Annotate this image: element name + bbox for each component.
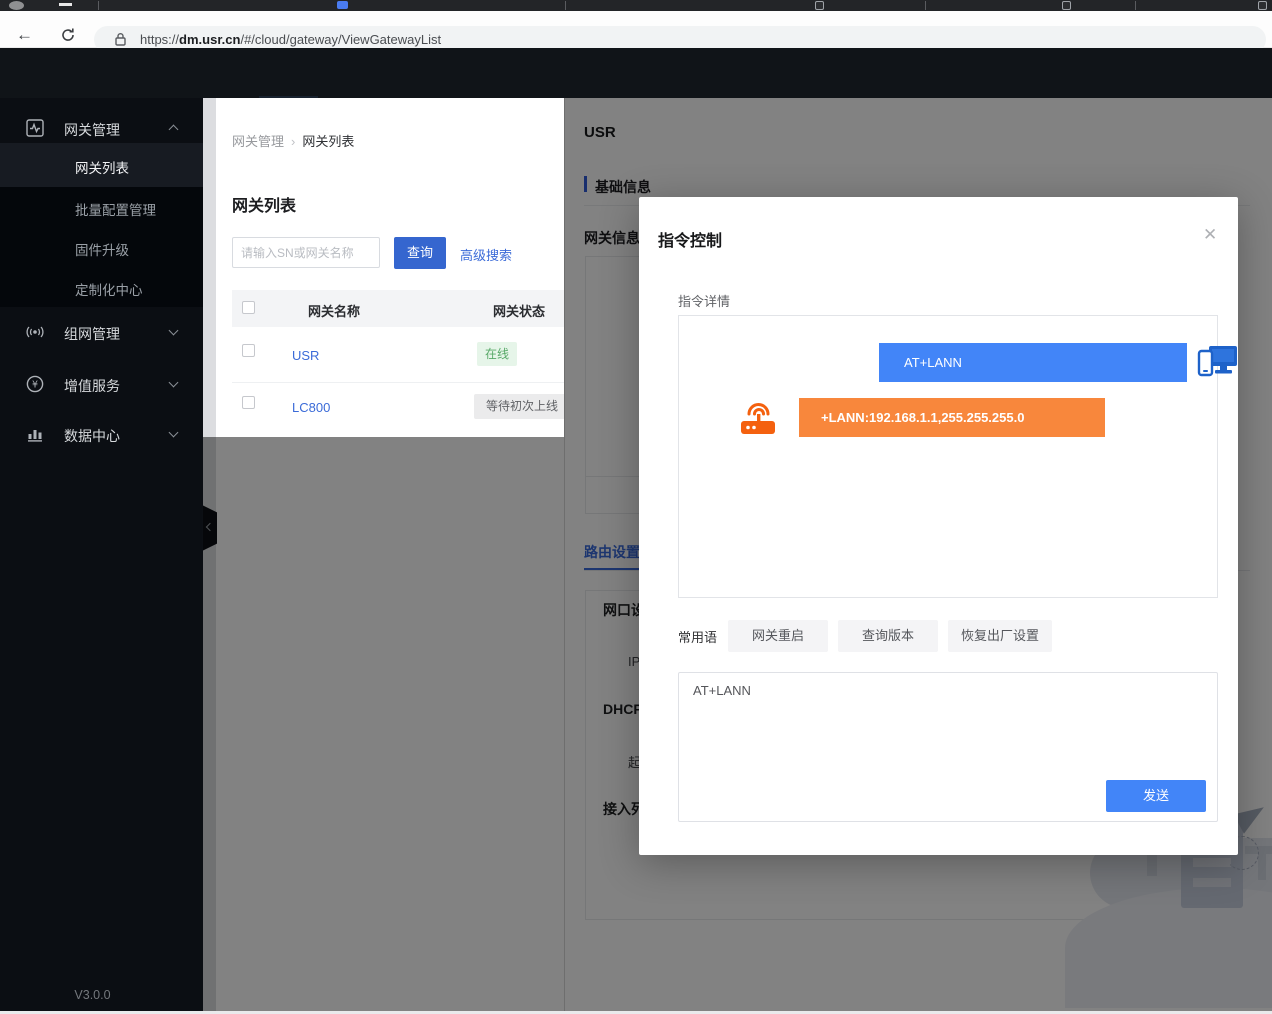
browser-tab-strip [0,0,1272,11]
select-all-checkbox[interactable] [242,301,255,314]
client-devices-icon [1197,346,1237,377]
column-gateway-status: 网关状态 [493,304,546,319]
breadcrumb-current: 网关列表 [302,134,355,149]
common-phrases-label: 常用语 [678,630,718,645]
sidebar-item-batch-config[interactable]: 批量配置管理 [75,199,156,219]
quick-button-factory-reset[interactable]: 恢复出厂设置 [948,620,1052,652]
sidebar-group-network[interactable]: 组网管理 [0,310,203,354]
tab-favicon-doc [1062,1,1071,10]
sidebar-group-label: 数据中心 [64,428,120,444]
sidebar-group-label: 组网管理 [64,326,120,342]
quick-button-query-version[interactable]: 查询版本 [838,620,938,652]
response-bubble: +LANN:192.168.1.1,255.255.255.0 [799,398,1105,437]
tab-separator [1135,1,1136,10]
command-input-box: AT+LANN 发送 [678,672,1218,822]
send-button[interactable]: 发送 [1106,780,1206,812]
sidebar-group-label: 网关管理 [64,122,120,138]
page-title: 网关列表 [232,198,297,215]
modal-overlay-bottom[interactable] [203,437,564,1014]
gateway-icon [26,119,44,137]
quick-button-restart[interactable]: 网关重启 [728,620,828,652]
status-badge-pending: 等待初次上线 [474,394,564,419]
modal-title: 指令控制 [658,233,723,250]
gateway-name-link[interactable]: LC800 [292,400,330,415]
tab-favicon-doc [815,1,824,10]
breadcrumb: 网关管理 › 网关列表 [232,131,354,150]
advanced-search-link[interactable]: 高级搜索 [460,245,512,264]
tab-separator [925,1,926,10]
command-detail-label: 指令详情 [678,294,731,309]
search-button[interactable]: 查询 [394,237,446,269]
tab-separator [98,1,99,10]
gateway-list-panel: 网关管理›网关列表 网关列表 查询 高级搜索 网关名称 网关状态 USR 在线 … [216,98,564,437]
url-domain: dm.usr.cn [179,32,241,47]
version-label: V3.0.0 [74,988,111,1002]
browser-toolbar: ← https://dm.usr.cn/#/cloud/gateway/View… [0,11,1272,53]
sidebar: 网关管理 网关列表 批量配置管理 固件升级 定制化中心 组网管理 ¥ 增值服务 [0,98,203,1014]
active-tab-favicon [337,1,348,9]
back-icon[interactable]: ← [16,25,33,45]
chevron-down-icon [168,427,179,438]
url-text[interactable]: https://dm.usr.cn/#/cloud/gateway/ViewGa… [140,32,441,47]
sidebar-item-firmware[interactable]: 固件升级 [75,239,129,259]
close-icon[interactable]: ✕ [1203,226,1217,243]
status-badge-online: 在线 [477,342,517,366]
sent-command-bubble: AT+LANN [879,343,1187,382]
svg-text:¥: ¥ [32,380,38,391]
app-root: ← https://dm.usr.cn/#/cloud/gateway/View… [0,0,1272,1014]
gateway-name-link[interactable]: USR [292,348,319,363]
column-gateway-name: 网关名称 [308,304,361,319]
sidebar-item-gateway-list[interactable]: 网关列表 [75,157,129,177]
lock-icon [115,33,126,46]
chevron-down-icon [168,325,179,336]
sidebar-item-custom-center[interactable]: 定制化中心 [75,279,143,299]
chevron-down-icon [168,377,179,388]
command-control-modal: 指令控制 ✕ 指令详情 AT+LANN +LANN:192.168.1.1,25… [639,197,1238,855]
tab-minus-icon [59,3,72,6]
row-checkbox[interactable] [242,396,255,409]
sidebar-group-gateway[interactable]: 网关管理 [0,106,203,150]
tab-favicon-doc [1258,1,1267,10]
app-header: 有人云控制台 www.usr.cn IoT DM SIM 官方商城 [0,48,1272,146]
sidebar-group-label: 增值服务 [64,378,120,394]
data-center-icon [28,430,42,442]
chevron-up-icon [168,124,179,135]
browser-profile-avatar[interactable] [9,1,24,10]
breadcrumb-root[interactable]: 网关管理 [232,134,284,149]
refresh-icon[interactable] [60,27,76,43]
sidebar-group-value-services[interactable]: ¥ 增值服务 [0,362,203,406]
command-chat-box: AT+LANN +LANN:192.168.1.1,255.255.255.0 [678,315,1237,598]
value-services-icon: ¥ [26,375,44,393]
search-input[interactable] [232,237,380,268]
row-checkbox[interactable] [242,344,255,357]
network-icon [26,326,44,338]
sidebar-group-data-center[interactable]: 数据中心 [0,412,203,456]
tab-separator [565,1,566,10]
breadcrumb-separator: › [291,134,296,149]
row-divider [232,382,564,383]
url-path: /#/cloud/gateway/ViewGatewayList [240,32,442,47]
table-header: 网关名称 网关状态 [232,290,564,327]
command-input[interactable]: AT+LANN [680,674,1216,779]
gateway-router-icon [741,403,775,434]
url-scheme: https:// [140,32,180,47]
